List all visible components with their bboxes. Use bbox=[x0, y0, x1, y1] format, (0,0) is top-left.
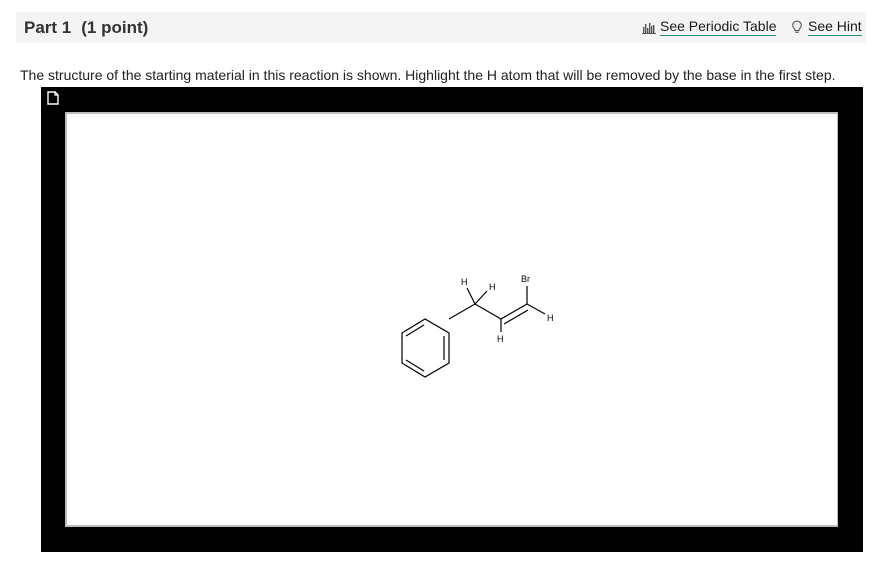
molecule-structure[interactable]: H H Br H H bbox=[387, 264, 567, 384]
new-document-icon bbox=[46, 91, 60, 109]
editor-right-edge bbox=[838, 112, 863, 552]
see-periodic-table-link[interactable]: See Periodic Table bbox=[642, 18, 777, 36]
part-points: (1 point) bbox=[81, 18, 149, 37]
atom-h-bottom[interactable]: H bbox=[497, 334, 504, 344]
bar-chart-icon bbox=[642, 21, 656, 34]
atom-h-right[interactable]: H bbox=[547, 313, 554, 323]
drawing-canvas[interactable]: H H Br H H bbox=[65, 112, 839, 527]
see-periodic-table-label: See Periodic Table bbox=[660, 18, 777, 36]
part-title-label: Part 1 bbox=[24, 18, 72, 37]
lightbulb-icon bbox=[790, 20, 804, 34]
chain-bonds bbox=[448, 286, 546, 332]
part-header: Part 1 (1 point) See Periodic Table See H… bbox=[16, 12, 866, 43]
aromatic-inner-bonds bbox=[405, 324, 445, 372]
new-document-button[interactable] bbox=[46, 91, 60, 105]
part-title: Part 1 (1 point) bbox=[24, 18, 148, 38]
structure-editor: H H Br H H bbox=[41, 87, 863, 552]
atom-br[interactable]: Br bbox=[521, 274, 530, 284]
atom-h-top-right[interactable]: H bbox=[489, 282, 496, 292]
atom-h-top-left[interactable]: H bbox=[461, 277, 468, 287]
benzene-ring[interactable] bbox=[401, 318, 450, 378]
question-text: The structure of the starting material i… bbox=[20, 67, 836, 83]
see-hint-label: See Hint bbox=[808, 18, 862, 36]
see-hint-link[interactable]: See Hint bbox=[790, 18, 862, 36]
